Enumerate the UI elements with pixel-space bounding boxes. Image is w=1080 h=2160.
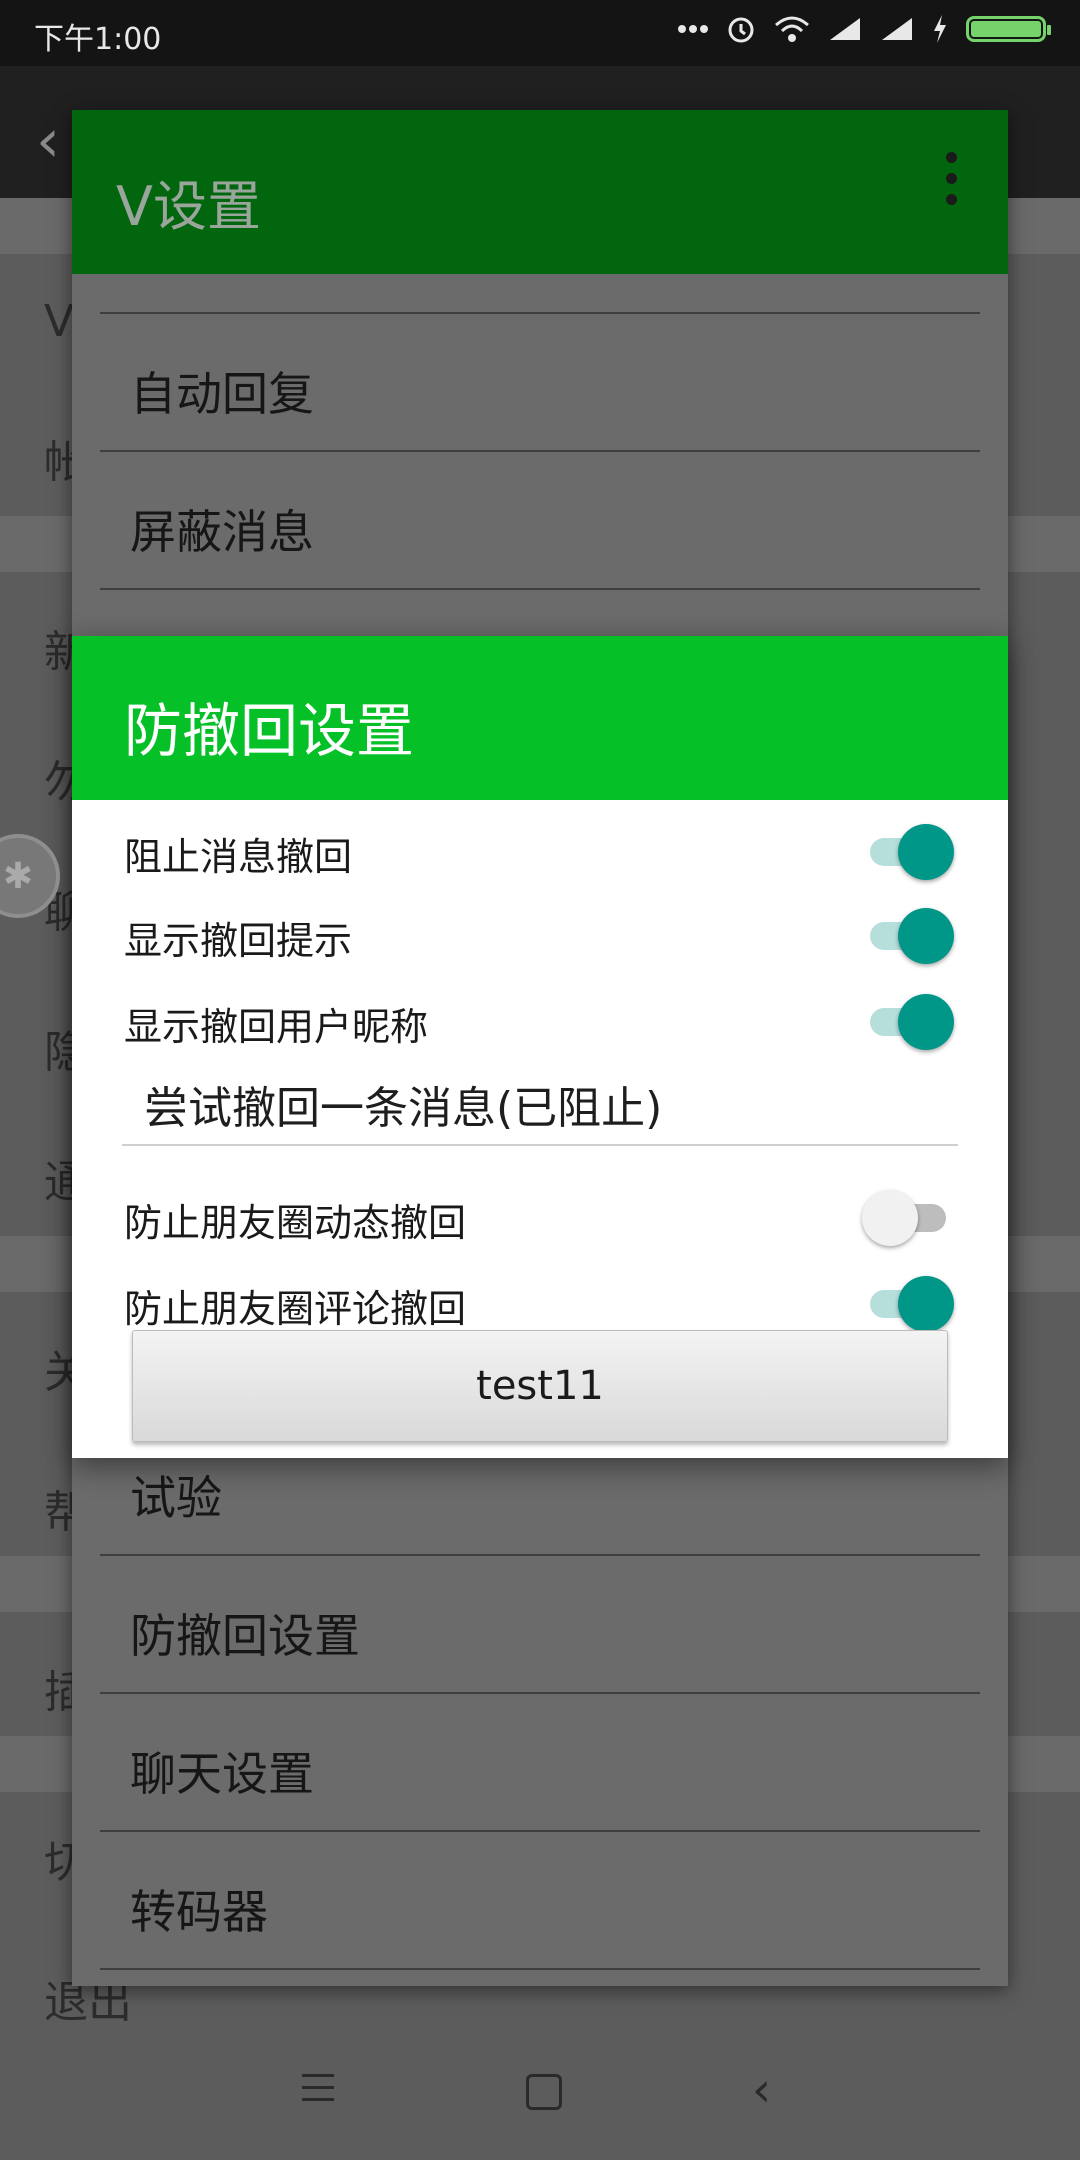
setting-label-moments-post-recall: 防止朋友圈动态撤回: [124, 1201, 467, 1245]
charging-icon: [934, 15, 946, 43]
toggle-moments-comment-recall[interactable]: [866, 1274, 954, 1332]
v-settings-title: V设置: [116, 175, 261, 238]
v-menu-item-anti-recall[interactable]: 防撤回设置: [130, 1600, 360, 1666]
divider: [100, 1554, 980, 1556]
divider: [100, 312, 980, 314]
status-bar: 下午1:00: [0, 0, 1080, 66]
dialog-header: 防撤回设置: [72, 636, 1008, 800]
overflow-menu-icon[interactable]: [946, 152, 958, 212]
alarm-icon: [728, 17, 754, 43]
back-icon[interactable]: ‹: [752, 2062, 771, 2118]
toggle-show-recall-notice[interactable]: [866, 906, 954, 964]
v-settings-header: V设置: [72, 110, 1008, 274]
navigation-bar: ‹: [0, 2026, 1080, 2160]
battery-icon: [966, 16, 1051, 42]
back-icon[interactable]: ‹: [36, 106, 60, 176]
setting-label-show-recall-nickname: 显示撤回用户昵称: [124, 1005, 429, 1049]
v-menu-item-auto-reply[interactable]: 自动回复: [130, 358, 314, 424]
test-recall-message: 尝试撤回一条消息(已阻止): [144, 1083, 663, 1134]
setting-label-moments-comment-recall: 防止朋友圈评论撤回: [124, 1287, 467, 1331]
menu-icon[interactable]: [302, 2074, 334, 2110]
divider: [100, 588, 980, 590]
divider: [100, 1968, 980, 1970]
divider: [122, 1144, 958, 1146]
toggle-moments-post-recall[interactable]: [862, 1188, 950, 1246]
setting-label-block-recall: 阻止消息撤回: [124, 835, 353, 879]
status-time: 下午1:00: [34, 22, 162, 57]
dialog-title: 防撤回设置: [124, 697, 415, 765]
divider: [100, 450, 980, 452]
v-menu-item-block-messages[interactable]: 屏蔽消息: [130, 496, 314, 562]
divider: [100, 1830, 980, 1832]
anti-recall-dialog: 防撤回设置 阻止消息撤回 显示撤回提示 显示撤回用户昵称 尝试撤回一条消息(已阻…: [72, 636, 1008, 1458]
toggle-block-recall[interactable]: [866, 822, 954, 880]
status-icons: [678, 14, 1051, 44]
home-icon[interactable]: [526, 2074, 562, 2110]
signal-icon: [830, 18, 860, 40]
v-menu-item-transcoder[interactable]: 转码器: [130, 1876, 268, 1942]
background-row-label: V: [44, 296, 75, 347]
toggle-show-recall-nickname[interactable]: [866, 992, 954, 1050]
test11-button[interactable]: test11: [132, 1330, 948, 1442]
test11-button-label: test11: [476, 1363, 604, 1409]
signal-icon: [882, 18, 912, 40]
v-menu-item-chat-settings[interactable]: 聊天设置: [130, 1738, 314, 1804]
v-menu-item-experiment[interactable]: 试验: [130, 1462, 222, 1528]
wifi-icon: [775, 16, 809, 42]
more-dots-icon: [678, 25, 708, 33]
divider: [100, 1692, 980, 1694]
setting-label-show-recall-notice: 显示撤回提示: [124, 919, 353, 963]
